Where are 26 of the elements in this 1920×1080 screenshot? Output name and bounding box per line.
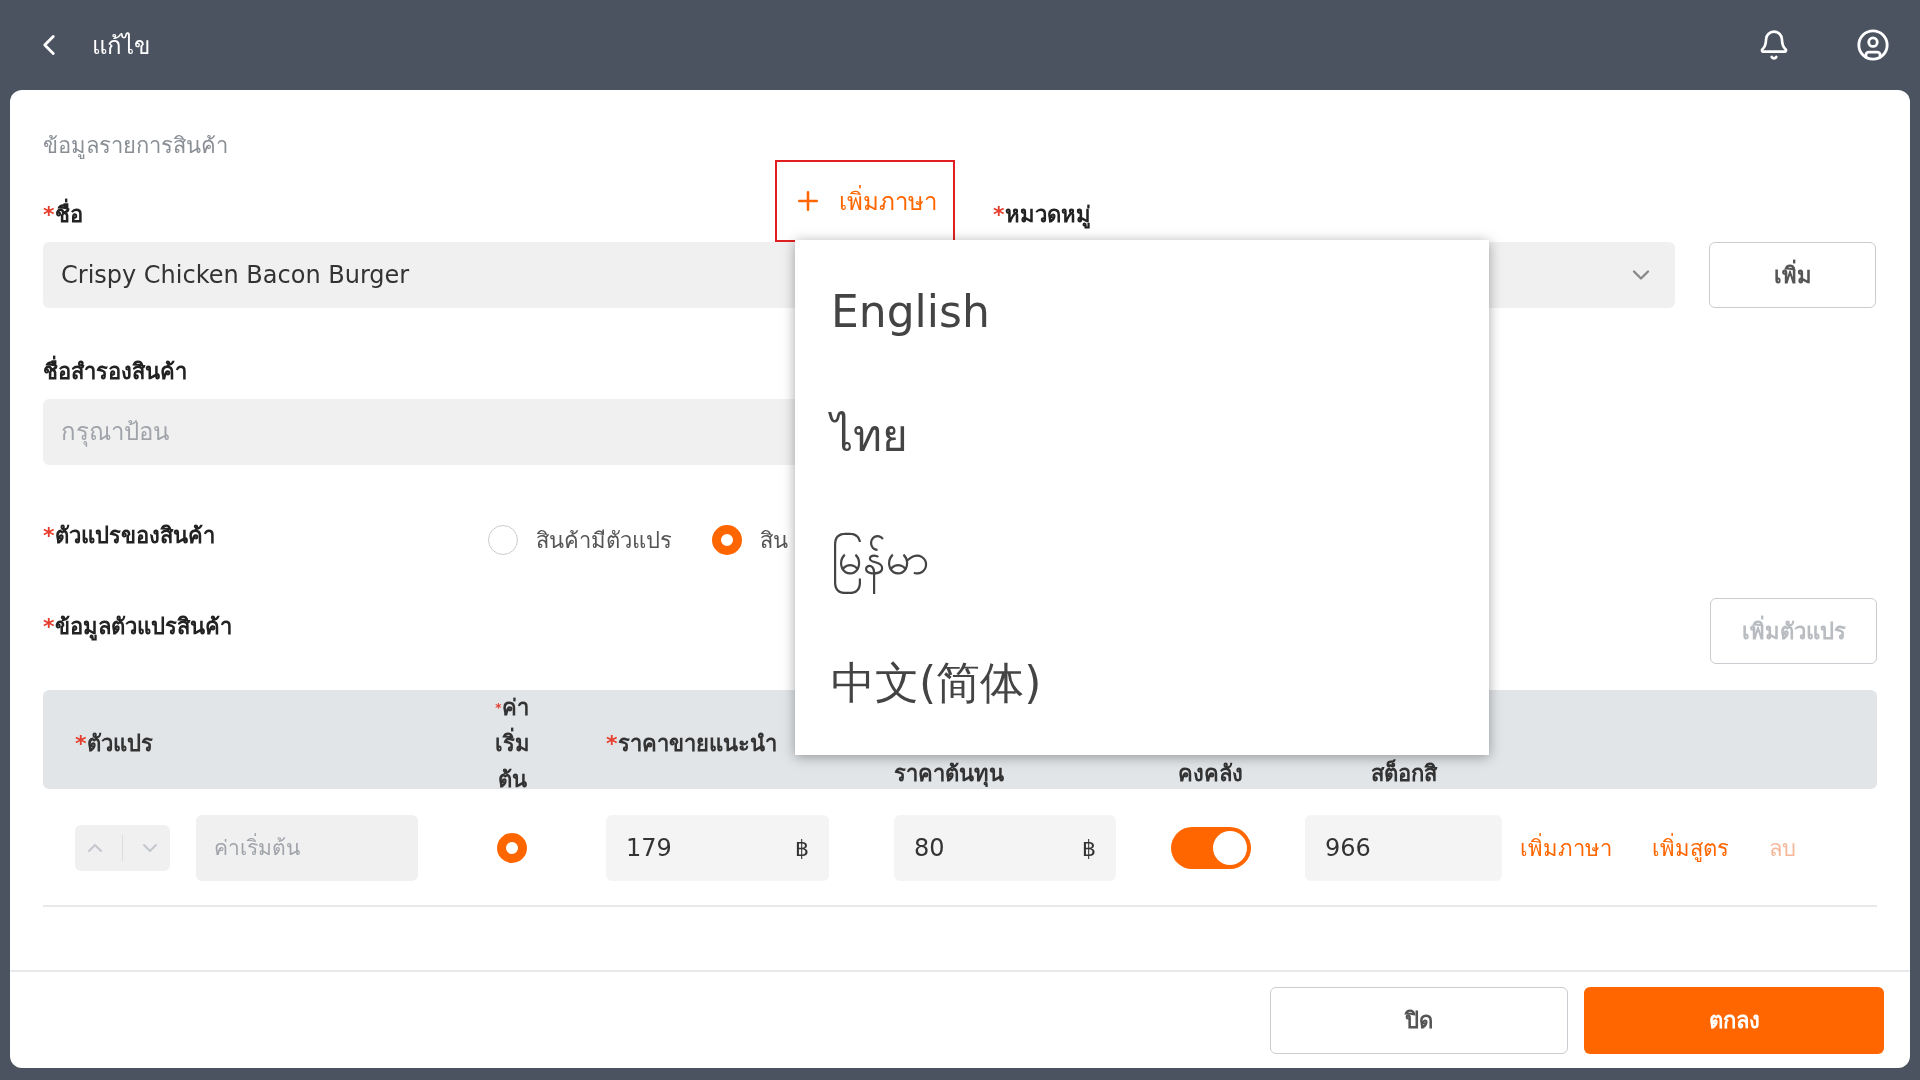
column-header: คงคลัง (1177, 760, 1244, 788)
user-icon[interactable] (1856, 28, 1890, 62)
cost-field[interactable]: 80 ฿ (894, 815, 1116, 881)
stock-toggle[interactable] (1170, 827, 1251, 869)
default-radio[interactable] (497, 833, 527, 863)
bell-icon[interactable] (1758, 29, 1790, 61)
column-header: *ราคาขายแนะนำ (606, 730, 778, 758)
language-option[interactable]: 中文(简体) (795, 653, 1489, 714)
price-field[interactable]: 179 ฿ (606, 815, 829, 881)
field-label: ชื่อสำรองสินค้า (43, 354, 187, 399)
field-label: *ข้อมูลตัวแปรสินค้า (43, 612, 232, 643)
column-header: *ตัวแปร (75, 730, 154, 758)
section-title: ข้อมูลรายการสินค้า (43, 132, 229, 160)
radio-option[interactable]: สิน (712, 522, 788, 558)
stock-field[interactable]: 966 (1305, 815, 1502, 881)
field-label: *ตัวแปรของสินค้า (43, 521, 215, 550)
field-label: *ชื่อ (43, 197, 83, 242)
column-header: ราคาต้นทุน (894, 760, 1005, 789)
page-title: แก้ไข (92, 30, 151, 62)
field-label: *หมวดหมู่ (993, 201, 1091, 231)
radio-option[interactable]: สินค้ามีตัวแปร (488, 522, 672, 558)
column-header: *ค่า เริ่ม ต้น (493, 694, 531, 794)
column-header: สต็อกสิ (1369, 758, 1439, 788)
close-button[interactable]: ปิด (1270, 987, 1568, 1054)
add-button[interactable]: เพิ่ม (1709, 242, 1876, 308)
variant-field[interactable]: ค่าเริ่มต้น (196, 815, 418, 881)
